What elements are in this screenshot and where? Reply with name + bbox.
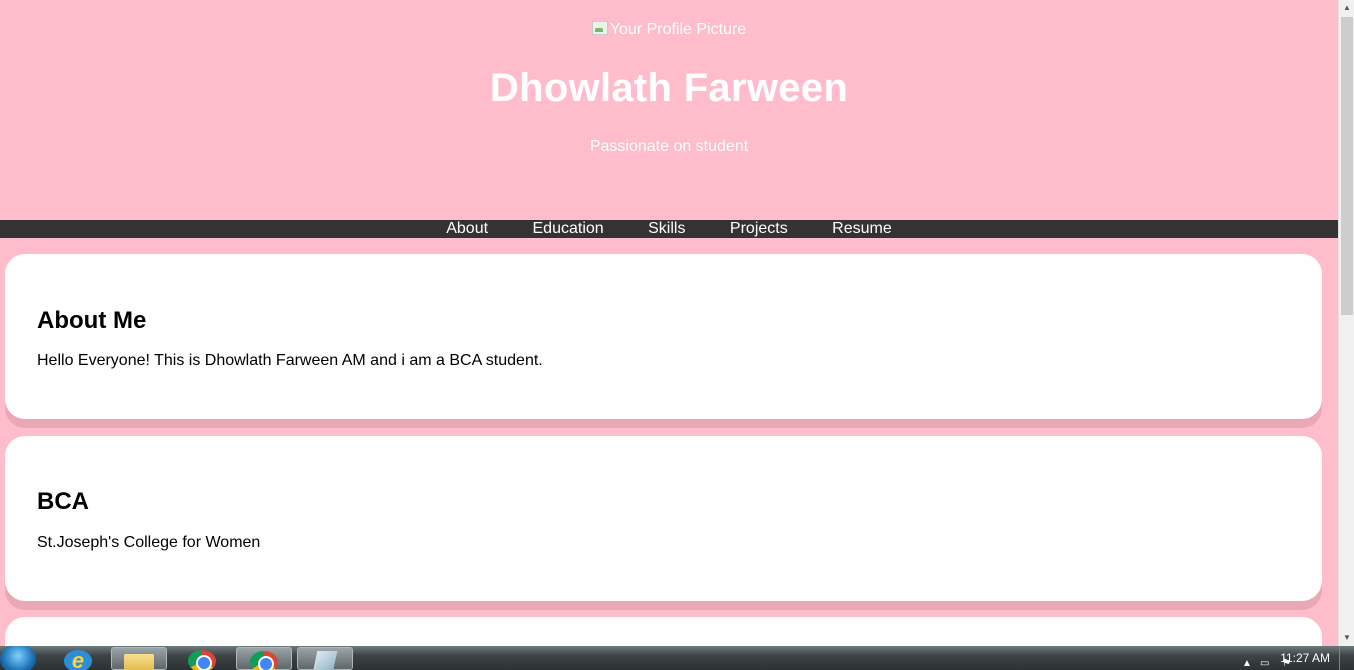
start-button[interactable] — [0, 646, 36, 670]
scrollbar-thumb[interactable] — [1341, 17, 1353, 315]
taskbar-app-chrome-active[interactable] — [236, 647, 292, 670]
education-section: BCA St.Joseph's College for Women — [5, 436, 1322, 601]
about-text: Hello Everyone! This is Dhowlath Farween… — [37, 352, 543, 369]
nav-link-skills[interactable]: Skills — [648, 220, 685, 237]
vertical-scrollbar[interactable]: ▲ ▼ — [1338, 0, 1354, 646]
taskbar-app-internet-explorer[interactable]: e — [50, 647, 106, 670]
main-nav: About Education Skills Projects Resume — [0, 220, 1338, 238]
profile-tagline: Passionate on student — [589, 138, 749, 155]
chrome-icon — [250, 651, 278, 670]
about-section: About Me Hello Everyone! This is Dhowlat… — [5, 254, 1322, 419]
profile-header: Your Profile Picture Dhowlath Farween Pa… — [0, 0, 1338, 220]
tray-arrow-icon[interactable]: ▲ — [1242, 659, 1252, 669]
taskbar-app-paper[interactable] — [297, 647, 353, 670]
system-tray: ▲ ▭ ⚑ 11:27 AM — [1194, 646, 1354, 670]
scroll-down-arrow-icon[interactable]: ▼ — [1339, 630, 1354, 646]
nav-link-education[interactable]: Education — [533, 220, 604, 237]
nav-link-resume[interactable]: Resume — [832, 220, 892, 237]
education-text: St.Joseph's College for Women — [37, 534, 261, 551]
scroll-up-arrow-icon[interactable]: ▲ — [1339, 0, 1354, 16]
windows-taskbar: e ▲ ▭ ⚑ 11:27 AM — [0, 646, 1354, 670]
taskbar-app-file-explorer[interactable] — [111, 647, 167, 670]
internet-explorer-icon: e — [64, 650, 92, 670]
browser-viewport: Your Profile Picture Dhowlath Farween Pa… — [0, 0, 1338, 646]
taskbar-app-chrome[interactable] — [174, 647, 230, 670]
profile-picture-alt-text: Your Profile Picture — [609, 21, 747, 38]
nav-link-about[interactable]: About — [446, 220, 488, 237]
show-desktop-button[interactable] — [1339, 646, 1354, 670]
taskbar-clock[interactable]: 11:27 AM — [1280, 651, 1330, 665]
broken-image-icon — [591, 21, 608, 35]
education-heading: BCA — [37, 488, 89, 515]
profile-picture: Your Profile Picture — [0, 21, 1338, 39]
nav-link-projects[interactable]: Projects — [730, 220, 788, 237]
folder-icon — [124, 654, 154, 670]
paper-icon — [312, 651, 338, 670]
profile-name: Dhowlath Farween — [489, 66, 849, 110]
about-heading: About Me — [37, 307, 147, 334]
network-icon[interactable]: ▭ — [1260, 659, 1269, 669]
chrome-icon — [188, 650, 216, 670]
next-section — [5, 617, 1322, 646]
